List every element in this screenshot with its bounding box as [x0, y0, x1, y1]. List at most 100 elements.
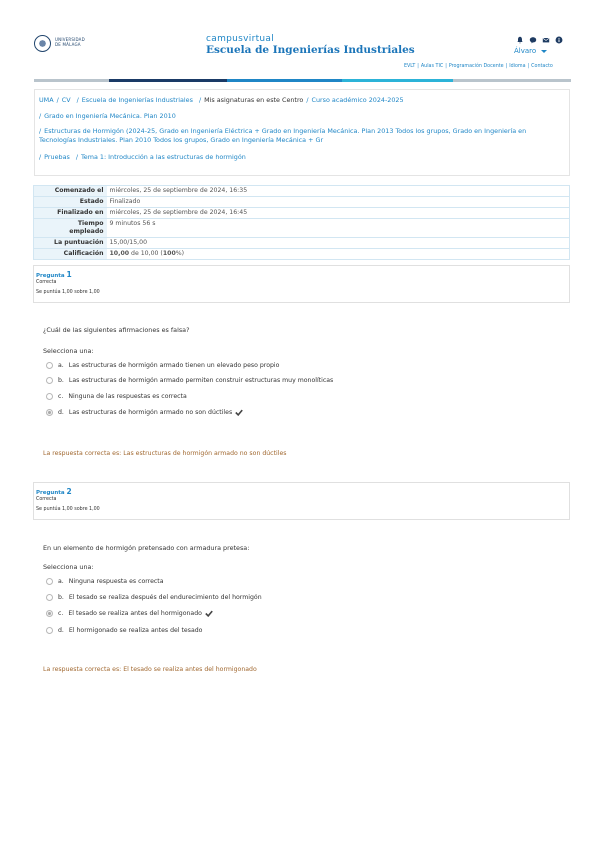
- radio-button[interactable]: [46, 594, 53, 601]
- grade-suffix: %): [175, 250, 185, 257]
- breadcrumb-cv[interactable]: CV: [62, 96, 71, 104]
- summary-label: Estado: [33, 196, 107, 208]
- breadcrumb-pruebas[interactable]: Pruebas: [44, 153, 70, 161]
- breadcrumb: UMA / CV / Escuela de Ingenierías Industrial…: [34, 89, 570, 176]
- question-grade: Se puntúa 1,00 sobre 1,00: [36, 507, 100, 512]
- summary-label: Finalizado en: [33, 207, 107, 219]
- question-1-prompt: Selecciona una:: [43, 347, 94, 355]
- breadcrumb-mis-asignaturas: Mis asignaturas en este Centro: [204, 96, 304, 104]
- answer-text: El tesado se realiza después del endurec…: [68, 594, 262, 601]
- info-icon[interactable]: [555, 36, 563, 44]
- summary-value: 9 minutos 56 s: [106, 218, 570, 238]
- header-color-bar: [34, 79, 571, 82]
- checkmark-icon: [205, 610, 213, 617]
- answer-option[interactable]: b. El tesado se realiza después del endur…: [46, 593, 262, 602]
- grade-percent: 100: [162, 250, 176, 257]
- answer-text: Las estructuras de hormigón armado no so…: [68, 409, 233, 416]
- breadcrumb-curso[interactable]: Curso académico 2024-2025: [312, 96, 404, 104]
- answer-option[interactable]: d. El hormigonado se realiza antes del te…: [46, 626, 202, 635]
- question-2-prompt: Selecciona una:: [43, 563, 94, 571]
- radio-button[interactable]: [46, 578, 53, 585]
- breadcrumb-escuela[interactable]: Escuela de Ingenierías Industriales: [82, 96, 193, 104]
- envelope-icon[interactable]: [542, 36, 550, 44]
- answer-letter: b.: [58, 377, 64, 384]
- site-subtitle: campusvirtual: [206, 34, 275, 44]
- link-programacion-docente[interactable]: Programación Docente: [449, 64, 504, 69]
- answer-text: Las estructuras de hormigón armado tiene…: [68, 362, 280, 369]
- question-grade: Se puntúa 1,00 sobre 1,00: [36, 290, 100, 295]
- table-row: Finalizado en miércoles, 25 de septiembr…: [33, 207, 570, 219]
- user-menu[interactable]: Álvaro: [514, 47, 548, 55]
- summary-value: 10,00 de 10,00 (100%): [106, 248, 570, 260]
- breadcrumb-line-1: UMA / CV / Escuela de Ingenierías Industrial…: [39, 96, 404, 104]
- question-state: Correcta: [36, 280, 57, 285]
- answer-option[interactable]: a. Las estructuras de hormigón armado tie…: [46, 361, 279, 370]
- answer-option-selected[interactable]: d. Las estructuras de hormigón armado no …: [46, 408, 243, 417]
- colorbar-segment: [453, 79, 571, 82]
- link-evlt[interactable]: EVLT: [404, 64, 415, 69]
- summary-value: 15,00/15,00: [106, 237, 570, 249]
- radio-button-selected[interactable]: [46, 610, 53, 617]
- summary-label: Calificación: [33, 248, 107, 260]
- colorbar-segment: [227, 79, 342, 82]
- attempt-summary-table: Comenzado el miércoles, 25 de septiembre…: [33, 185, 570, 260]
- table-row: Comenzado el miércoles, 25 de septiembre…: [33, 185, 570, 197]
- table-row: Estado Finalizado: [33, 196, 570, 208]
- user-name: Álvaro: [514, 47, 537, 55]
- question-2-info: Pregunta 2 Correcta Se puntúa 1,00 sobre…: [33, 482, 570, 520]
- university-logo[interactable]: UNIVERSIDAD DE MÁLAGA: [34, 34, 85, 52]
- radio-button-selected[interactable]: [46, 409, 53, 416]
- answer-option[interactable]: b. Las estructuras de hormigón armado per…: [46, 376, 333, 385]
- question-2-text: En un elemento de hormigón pretensado co…: [43, 544, 250, 552]
- link-contacto[interactable]: Contacto: [531, 64, 553, 69]
- header-icons: [516, 36, 563, 46]
- breadcrumb-asignatura[interactable]: Estructuras de Hormigón (2024-25, Grado …: [39, 127, 526, 144]
- question-number: Pregunta 1: [36, 270, 72, 279]
- question-label: Pregunta: [36, 273, 65, 279]
- breadcrumb-line-3: / Estructuras de Hormigón (2024-25, Grado…: [39, 127, 527, 144]
- seal-icon: [34, 35, 51, 52]
- link-idioma[interactable]: Idioma: [509, 64, 525, 69]
- answer-text: El hormigonado se realiza antes del tesa…: [68, 627, 203, 634]
- answer-text: Las estructuras de hormigón armado permi…: [68, 377, 334, 384]
- radio-button[interactable]: [46, 377, 53, 384]
- question-number: Pregunta 2: [36, 487, 72, 496]
- breadcrumb-tema[interactable]: Tema 1: Introducción a las estructuras d…: [81, 153, 246, 161]
- colorbar-segment: [109, 79, 227, 82]
- answer-option-selected[interactable]: c. El tesado se realiza antes del hormigo…: [46, 609, 213, 618]
- summary-label: Tiempo empleado: [33, 218, 107, 238]
- colorbar-segment: [342, 79, 453, 82]
- radio-button[interactable]: [46, 627, 53, 634]
- question-number-value: 2: [66, 487, 72, 496]
- radio-button[interactable]: [46, 393, 53, 400]
- table-row: Calificación 10,00 de 10,00 (100%): [33, 248, 570, 260]
- summary-value: miércoles, 25 de septiembre de 2024, 16:…: [106, 207, 570, 219]
- site-title[interactable]: Escuela de Ingenierías Industriales: [206, 44, 415, 56]
- chat-icon[interactable]: [529, 36, 537, 44]
- chevron-down-icon: [541, 49, 548, 53]
- table-row: Tiempo empleado 9 minutos 56 s: [33, 218, 570, 238]
- question-state: Correcta: [36, 497, 57, 502]
- breadcrumb-line-2: / Grado en Ingeniería Mecánica. Plan 2010: [39, 112, 176, 120]
- answer-letter: c.: [58, 393, 64, 400]
- breadcrumb-line-4: / Pruebas / Tema 1: Introducción a las estr…: [39, 153, 246, 161]
- answer-option[interactable]: c. Ninguna de las respuestas es correcta: [46, 392, 187, 401]
- question-1-right-answer: La respuesta correcta es: Las estructura…: [43, 450, 287, 457]
- colorbar-segment: [34, 79, 109, 82]
- grade-max: de 10,00 (: [129, 250, 163, 257]
- breadcrumb-grado[interactable]: Grado en Ingeniería Mecánica. Plan 2010: [44, 112, 176, 120]
- summary-value: Finalizado: [106, 196, 570, 208]
- summary-value: miércoles, 25 de septiembre de 2024, 16:…: [109, 187, 248, 194]
- question-2-right-answer: La respuesta correcta es: El tesado se r…: [43, 666, 257, 673]
- top-links: EVLT | Aulas TIC | Programación Docente | Idio…: [404, 64, 553, 69]
- answer-option[interactable]: a. Ninguna respuesta es correcta: [46, 577, 164, 586]
- logo-text: UNIVERSIDAD DE MÁLAGA: [55, 37, 85, 47]
- question-label: Pregunta: [36, 490, 65, 496]
- radio-button[interactable]: [46, 362, 53, 369]
- bell-icon[interactable]: [516, 36, 524, 44]
- answer-text: Ninguna respuesta es correcta: [68, 578, 164, 585]
- answer-letter: a.: [58, 578, 64, 585]
- link-aulas-tic[interactable]: Aulas TIC: [421, 64, 443, 69]
- breadcrumb-uma[interactable]: UMA: [39, 96, 54, 104]
- question-1-info: Pregunta 1 Correcta Se puntúa 1,00 sobre…: [33, 265, 570, 303]
